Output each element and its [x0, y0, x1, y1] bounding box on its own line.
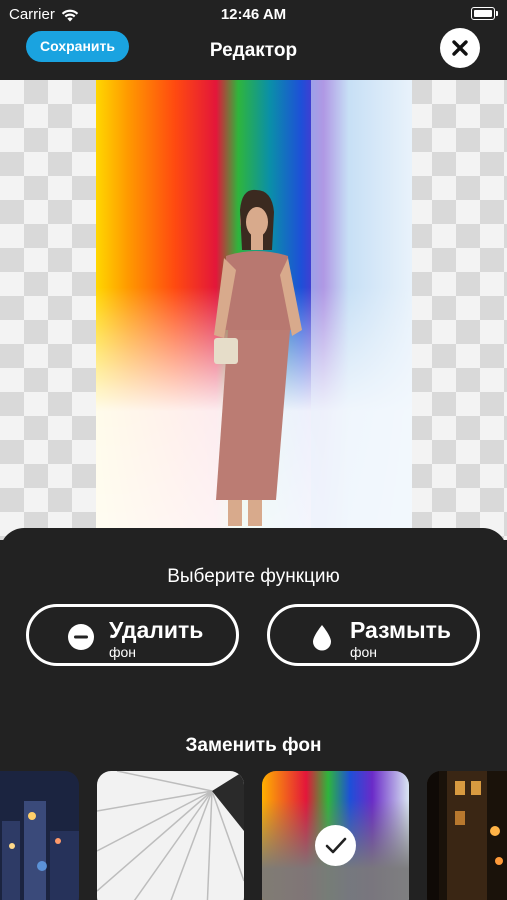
close-button[interactable]: [440, 28, 480, 68]
editor-canvas[interactable]: [0, 80, 507, 540]
edited-photo: [96, 80, 412, 540]
remove-subtitle: фон: [109, 644, 137, 660]
blur-title: Размыть: [350, 617, 452, 643]
blur-background-button[interactable]: Размыть фон: [267, 604, 480, 666]
function-sheet: Выберите функцию Удалить фон Размыть фон…: [0, 528, 507, 900]
drop-icon: [313, 625, 331, 651]
status-bar: Carrier 12:46 AM: [0, 0, 507, 28]
background-thumb-city-night[interactable]: [0, 771, 79, 900]
clock: 12:46 AM: [220, 6, 287, 23]
replace-background-title: Заменить фон: [185, 735, 322, 756]
background-thumb-rainbow-paint[interactable]: [262, 771, 409, 900]
background-thumb-white-rays[interactable]: [97, 771, 244, 900]
selected-check-icon: [315, 825, 356, 866]
page-title: Редактор: [209, 40, 298, 61]
minus-circle-icon: [68, 624, 94, 650]
background-thumb-street-night[interactable]: [427, 771, 507, 900]
remove-background-button[interactable]: Удалить фон: [26, 604, 239, 666]
nav-bar: Сохранить Редактор: [0, 28, 507, 80]
blur-subtitle: фон: [350, 644, 378, 660]
background-carousel[interactable]: [0, 771, 507, 900]
close-icon: [452, 40, 468, 56]
choose-function-title: Выберите функцию: [167, 566, 340, 587]
battery-icon: [471, 7, 498, 20]
remove-title: Удалить: [109, 617, 204, 643]
